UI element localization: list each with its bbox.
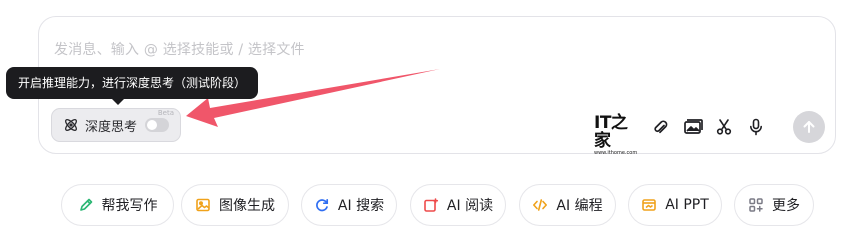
deep-think-toggle[interactable]	[145, 118, 170, 132]
image-gallery-icon[interactable]	[682, 116, 704, 138]
logo-url: www.ithome.com	[594, 150, 638, 156]
quick-action-ppt[interactable]: AI PPT	[628, 184, 722, 226]
reader-icon	[423, 197, 439, 213]
quick-action-label: 帮我写作	[101, 198, 158, 214]
quick-action-more[interactable]: 更多	[734, 184, 814, 226]
send-button[interactable]	[793, 111, 825, 143]
quick-action-label: AI 编程	[556, 198, 603, 214]
quick-action-code[interactable]: AI 编程	[519, 184, 616, 226]
deep-think-tooltip: 开启推理能力，进行深度思考（测试阶段）	[6, 67, 259, 99]
beta-badge: Beta	[157, 109, 174, 117]
arrow-up-icon	[801, 119, 817, 135]
message-input-placeholder[interactable]: 发消息、输入 @ 选择技能或 / 选择文件	[54, 39, 305, 59]
quick-action-label: AI PPT	[665, 197, 709, 213]
ithome-logo: IT之家 www.ithome.com	[594, 114, 638, 156]
search-refresh-icon	[314, 197, 330, 213]
quick-action-label: 图像生成	[219, 198, 275, 214]
quick-action-label: 更多	[772, 198, 800, 214]
logo-text: IT之家	[594, 113, 628, 151]
quick-action-label: AI 阅读	[446, 198, 494, 214]
pen-icon	[78, 197, 94, 213]
code-icon	[532, 197, 548, 213]
slides-icon	[641, 197, 657, 213]
paperclip-icon[interactable]	[649, 116, 671, 138]
microphone-icon[interactable]	[745, 116, 767, 138]
quick-action-write[interactable]: 帮我写作	[61, 184, 174, 226]
chat-input-area: 发消息、输入 @ 选择技能或 / 选择文件 开启推理能力，进行深度思考（测试阶段…	[0, 0, 858, 235]
scissors-icon[interactable]	[713, 116, 735, 138]
quick-action-image[interactable]: 图像生成	[181, 184, 289, 226]
tooltip-pointer	[112, 99, 124, 105]
quick-action-search[interactable]: AI 搜索	[301, 184, 397, 226]
deep-think-label: 深度思考	[85, 119, 138, 135]
quick-action-read[interactable]: AI 阅读	[410, 184, 506, 226]
image-icon	[195, 197, 211, 213]
grid-icon	[748, 197, 764, 213]
quick-action-label: AI 搜索	[337, 198, 385, 214]
deep-think-button[interactable]: 深度思考 Beta	[51, 108, 181, 142]
atom-icon	[63, 117, 79, 133]
